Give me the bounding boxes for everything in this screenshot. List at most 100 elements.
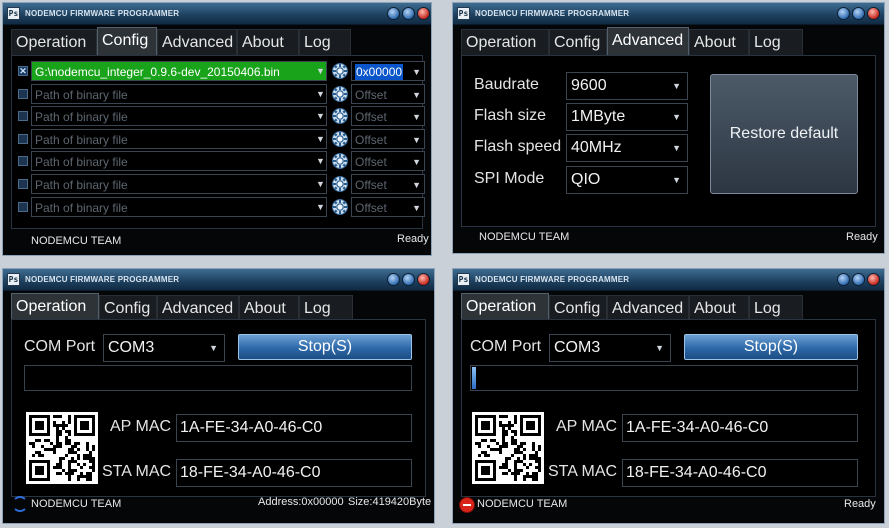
chevron-down-icon[interactable]: ▼ [316,89,325,99]
offset-input[interactable]: Offset ▼ [351,106,425,127]
tab-config[interactable]: Config [549,295,607,321]
offset-input[interactable]: Offset ▼ [351,128,425,149]
row-checkbox[interactable] [18,133,28,144]
gear-icon[interactable] [331,152,349,170]
offset-input[interactable]: Offset ▼ [351,151,425,172]
gear-icon[interactable] [331,175,349,193]
tab-log[interactable]: Log [749,295,803,321]
binary-path-input[interactable]: Path of binary file [31,106,327,127]
close-icon[interactable] [417,7,430,20]
minimize-icon[interactable] [387,273,400,286]
row-checkbox[interactable] [18,88,28,99]
stop-label: Stop(S) [297,338,353,355]
offset-text: 0x00000 [355,64,404,80]
tab-log[interactable]: Log [749,29,803,55]
chevron-down-icon[interactable]: ▼ [412,175,421,193]
gear-icon[interactable] [331,130,349,148]
chevron-down-icon[interactable]: ▼ [412,62,421,80]
maximize-icon[interactable] [852,7,865,20]
tab-advanced[interactable]: Advanced [607,27,689,55]
sta-mac-field[interactable]: 18-FE-34-A0-46-C0 [622,459,858,487]
config-row: Path of binary file ▼ Offset ▼ [12,196,425,218]
offset-input[interactable]: Offset ▼ [351,196,425,217]
row-checkbox[interactable] [18,201,28,212]
close-icon[interactable] [867,7,880,20]
gear-icon[interactable] [331,85,349,103]
tab-advanced[interactable]: Advanced [607,295,689,321]
stop-button[interactable]: Stop(S) [684,334,858,360]
tab-config[interactable]: Config [97,27,157,55]
offset-input[interactable]: 0x00000 ▼ [351,61,425,81]
chevron-down-icon[interactable]: ▼ [316,111,325,121]
tab-about[interactable]: About [239,295,299,321]
title-bar[interactable]: Ps NODEMCU FIRMWARE PROGRAMMER [3,269,434,291]
sta-mac-field[interactable]: 18-FE-34-A0-46-C0 [176,459,412,487]
restore-default-button[interactable]: Restore default [710,74,858,194]
maximize-icon[interactable] [402,7,415,20]
tab-about[interactable]: About [689,295,749,321]
tab-operation[interactable]: Operation [11,293,99,321]
row-checkbox[interactable] [18,179,28,189]
gear-icon[interactable] [331,198,349,216]
offset-text: Offset [355,178,387,192]
tab-operation[interactable]: Operation [461,29,549,55]
binary-path-input[interactable]: Path of binary file [31,174,327,194]
offset-input[interactable]: Offset ▼ [351,174,425,194]
chevron-down-icon[interactable]: ▼ [412,152,421,170]
spi-mode-label: SPI Mode [474,170,545,187]
flash-speed-select[interactable]: 40MHz ▼ [566,134,688,162]
flash-size-select[interactable]: 1MByte ▼ [566,103,688,131]
binary-path-input[interactable]: Path of binary file [31,83,327,104]
gear-icon[interactable] [331,62,349,80]
offset-text: Offset [355,87,387,102]
row-checkbox[interactable] [18,156,28,167]
chevron-down-icon[interactable]: ▼ [316,66,325,76]
gear-icon[interactable] [331,107,349,125]
chevron-down-icon[interactable]: ▼ [412,198,421,216]
binary-path-input[interactable]: Path of binary file [31,151,327,172]
chevron-down-icon[interactable]: ▼ [316,134,325,144]
stop-button[interactable]: Stop(S) [238,334,412,360]
tab-operation[interactable]: Operation [461,293,549,321]
title-bar[interactable]: Ps NODEMCU FIRMWARE PROGRAMMER [3,3,431,25]
tab-operation[interactable]: Operation [11,29,97,55]
com-port-select[interactable]: COM3 ▼ [103,334,225,362]
tab-about[interactable]: About [689,29,749,55]
com-port-label: COM Port [24,338,96,355]
ap-mac-field[interactable]: 1A-FE-34-A0-46-C0 [176,414,412,442]
chevron-down-icon[interactable]: ▼ [316,179,325,189]
chevron-down-icon[interactable]: ▼ [316,202,325,212]
title-bar[interactable]: Ps NODEMCU FIRMWARE PROGRAMMER [453,269,884,291]
tab-advanced[interactable]: Advanced [157,295,239,321]
minimize-icon[interactable] [837,7,850,20]
binary-path-input[interactable]: Path of binary file [31,196,327,217]
chevron-down-icon[interactable]: ▼ [412,107,421,125]
chevron-down-icon[interactable]: ▼ [316,156,325,166]
offset-input[interactable]: Offset ▼ [351,83,425,104]
minimize-icon[interactable] [387,7,400,20]
tab-advanced[interactable]: Advanced [157,29,237,55]
binary-path-input[interactable]: Path of binary file [31,128,327,149]
title-bar[interactable]: Ps NODEMCU FIRMWARE PROGRAMMER [453,3,884,25]
tab-log[interactable]: Log [299,295,353,321]
footer-team: NODEMCU TEAM [477,498,568,510]
tab-about[interactable]: About [237,29,299,55]
tab-config[interactable]: Config [99,295,157,321]
baudrate-select[interactable]: 9600 ▼ [566,72,688,100]
maximize-icon[interactable] [852,273,865,286]
com-port-select[interactable]: COM3 ▼ [549,334,671,362]
row-checkbox[interactable] [18,111,28,122]
chevron-down-icon[interactable]: ▼ [412,130,421,148]
minimize-icon[interactable] [837,273,850,286]
tab-config[interactable]: Config [549,29,607,55]
ap-mac-field[interactable]: 1A-FE-34-A0-46-C0 [622,414,858,442]
tab-log[interactable]: Log [299,29,351,55]
chevron-down-icon[interactable]: ▼ [412,85,421,103]
binary-path-input[interactable]: G:\nodemcu_integer_0.9.6-dev_20150406.bi… [31,61,327,81]
row-checkbox[interactable]: ✕ [18,66,28,76]
close-icon[interactable] [867,273,880,286]
com-port-value: COM3 [554,339,601,356]
maximize-icon[interactable] [402,273,415,286]
close-icon[interactable] [417,273,430,286]
spi-mode-select[interactable]: QIO ▼ [566,166,688,194]
